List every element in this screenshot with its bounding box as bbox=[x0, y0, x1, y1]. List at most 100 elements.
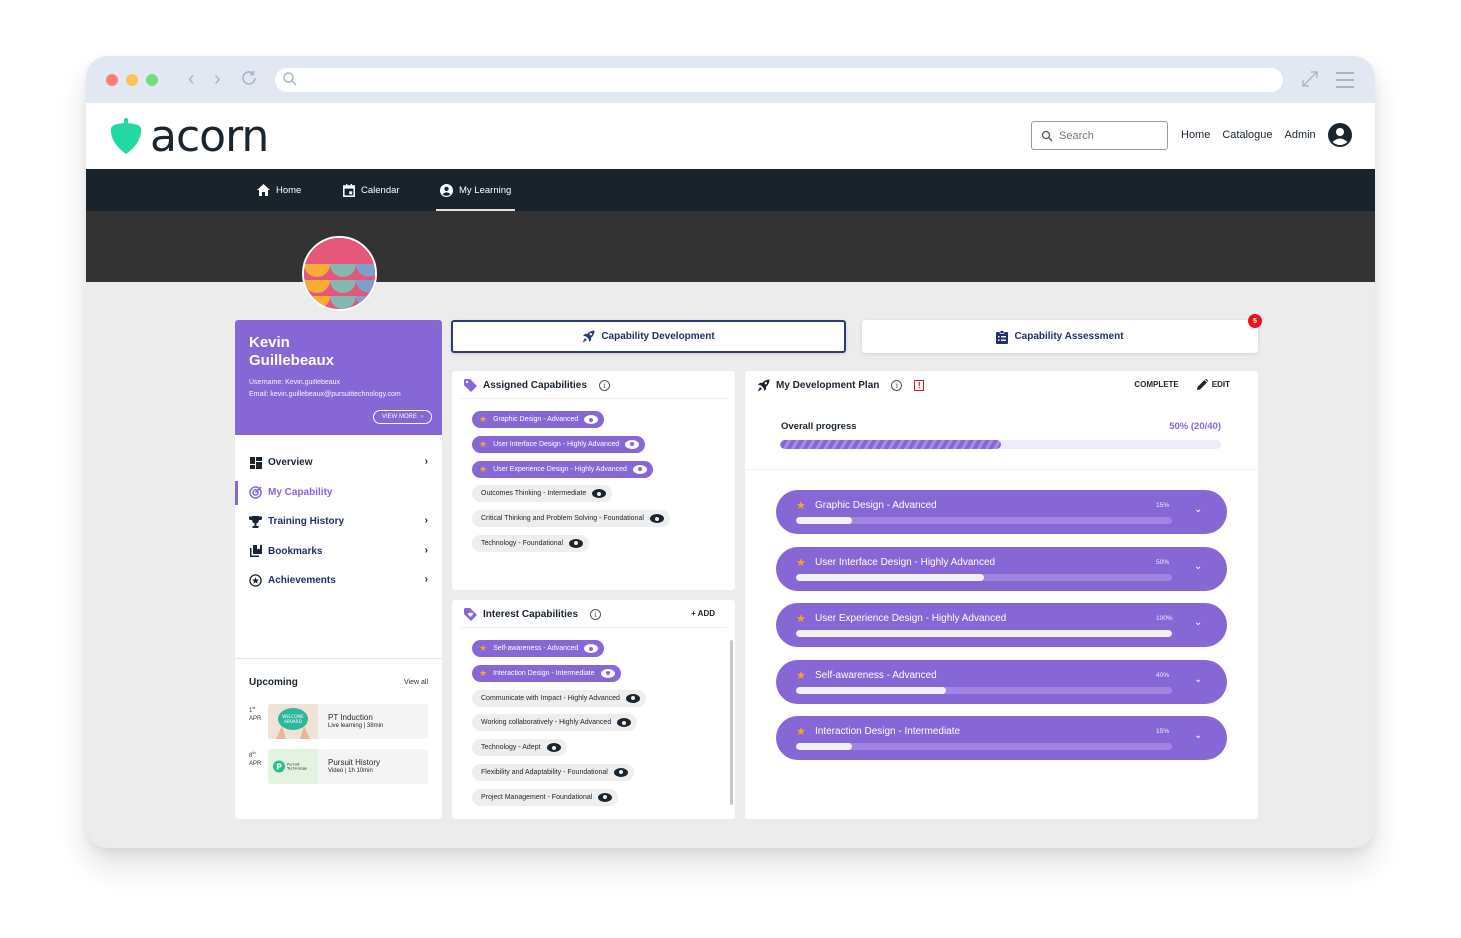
goal-title: User Experience Design - Highly Advanced bbox=[815, 613, 1007, 624]
capability-chip[interactable]: Critical Thinking and Problem Solving - … bbox=[472, 510, 670, 528]
profile-email: Email: kevin.guillebeaux@pursuittechnolo… bbox=[249, 391, 401, 398]
upcoming-date: 1st APR bbox=[249, 704, 261, 723]
header-link-admin[interactable]: Admin bbox=[1285, 129, 1316, 141]
upcoming-date: 8th APR bbox=[249, 749, 261, 768]
menu-item-training-history[interactable]: Training History › bbox=[235, 507, 442, 537]
acorn-logo[interactable]: acorn bbox=[110, 115, 269, 159]
goal-progress-bar bbox=[796, 630, 1172, 637]
rocket-icon bbox=[582, 330, 595, 343]
goal-progress-fill bbox=[796, 630, 1172, 637]
search-input[interactable] bbox=[1059, 129, 1159, 142]
capability-chip[interactable]: Technology - Adept bbox=[472, 739, 567, 757]
tab-capability-development[interactable]: Capability Development bbox=[451, 320, 846, 353]
capability-chip[interactable]: Flexibility and Adaptability - Foundatio… bbox=[472, 763, 634, 781]
eye-icon[interactable] bbox=[598, 792, 613, 802]
pursuit-technology-thumbnail: P Pursuit Technology bbox=[268, 749, 318, 784]
svg-text:P: P bbox=[276, 763, 282, 772]
divider bbox=[460, 398, 727, 399]
nav-home[interactable]: Home bbox=[257, 169, 301, 211]
development-goal[interactable]: ★ User Experience Design - Highly Advance… bbox=[776, 603, 1227, 647]
capability-chip[interactable]: Outcomes Thinking - Intermediate bbox=[472, 485, 613, 503]
maximize-window-button[interactable] bbox=[146, 74, 158, 86]
nav-home-label: Home bbox=[276, 184, 302, 196]
capability-chip[interactable]: Working collaboratively - Highly Advance… bbox=[472, 714, 638, 732]
nav-calendar[interactable]: Calendar bbox=[343, 169, 400, 211]
header-search-box[interactable] bbox=[1031, 121, 1168, 150]
main-nav: Home Calendar My Learning bbox=[86, 169, 1375, 211]
goal-title: User Interface Design - Highly Advanced bbox=[815, 556, 996, 568]
add-interest-button[interactable]: + ADD bbox=[691, 609, 715, 618]
capability-chip[interactable]: Communicate with Impact - Highly Advance… bbox=[472, 689, 646, 707]
back-arrow-icon[interactable]: ‹ bbox=[188, 68, 195, 90]
target-icon bbox=[249, 486, 262, 499]
menu-item-my-capability[interactable]: My Capability bbox=[235, 478, 442, 508]
info-icon[interactable]: i bbox=[598, 380, 610, 391]
edit-button[interactable]: EDIT bbox=[1196, 379, 1230, 390]
eye-icon[interactable] bbox=[617, 718, 632, 728]
capability-chip[interactable]: Technology - Foundational bbox=[472, 534, 590, 552]
minimize-window-button[interactable] bbox=[126, 74, 138, 86]
chevron-down-icon[interactable]: ⌄ bbox=[1194, 730, 1202, 741]
capability-chip[interactable]: ★ Self-awareness - Advanced bbox=[472, 640, 605, 657]
scrollbar[interactable] bbox=[730, 640, 733, 805]
warning-icon[interactable]: ! bbox=[914, 380, 925, 391]
eye-icon[interactable] bbox=[592, 489, 607, 499]
eye-icon[interactable] bbox=[649, 514, 664, 524]
eye-icon[interactable] bbox=[584, 644, 599, 653]
development-goal[interactable]: ★ User Interface Design - Highly Advanced… bbox=[776, 546, 1227, 591]
menu-item-overview[interactable]: Overview › bbox=[235, 448, 442, 478]
eye-icon[interactable] bbox=[625, 693, 640, 703]
eye-icon[interactable] bbox=[584, 415, 599, 424]
capability-chip[interactable]: ★ Graphic Design - Advanced bbox=[472, 411, 605, 428]
upcoming-meta: Video | 1h 10min bbox=[328, 768, 373, 774]
goal-percent: 15% bbox=[1156, 502, 1170, 509]
development-goal[interactable]: ★ Interaction Design - Intermediate 15% ⌄ bbox=[776, 716, 1227, 760]
menu-item-achievements[interactable]: Achievements › bbox=[235, 566, 442, 596]
menu-item-bookmarks[interactable]: Bookmarks › bbox=[235, 537, 442, 567]
view-more-button[interactable]: VIEW MORE › bbox=[372, 410, 432, 424]
user-account-icon[interactable] bbox=[1328, 123, 1352, 147]
eye-icon[interactable] bbox=[625, 439, 640, 449]
upcoming-card-pt-induction[interactable]: WELCOME ABOARD PT Induction Live learnin… bbox=[268, 704, 428, 739]
close-window-button[interactable] bbox=[106, 74, 118, 86]
capability-chip[interactable]: ★ User Experience Design - Highly Advance… bbox=[472, 460, 653, 478]
chevron-down-icon[interactable]: ⌄ bbox=[1194, 674, 1202, 685]
chip-label: Communicate with Impact - Highly Advance… bbox=[481, 694, 620, 702]
capability-chip[interactable]: ★ Interaction Design - Intermediate bbox=[472, 664, 621, 682]
upcoming-meta: Live learning | 38min bbox=[328, 723, 384, 729]
eye-icon[interactable] bbox=[546, 743, 561, 753]
capability-chip[interactable]: Project Management - Foundational bbox=[472, 788, 619, 806]
date-suffix: th bbox=[252, 750, 256, 755]
upcoming-title-text: Pursuit History bbox=[328, 758, 381, 767]
eye-icon[interactable] bbox=[632, 464, 647, 474]
eye-icon[interactable] bbox=[613, 767, 628, 777]
date-suffix: st bbox=[252, 705, 256, 710]
star-icon: ★ bbox=[796, 613, 806, 625]
profile-banner bbox=[86, 211, 1375, 282]
upcoming-card-pursuit-history[interactable]: P Pursuit Technology Pursuit History Vid… bbox=[268, 749, 428, 784]
eye-icon[interactable] bbox=[600, 668, 615, 678]
chevron-right-icon: › bbox=[424, 544, 428, 556]
complete-button[interactable]: COMPLETE bbox=[1134, 379, 1178, 390]
header-link-home[interactable]: Home bbox=[1181, 129, 1210, 141]
header-link-catalogue[interactable]: Catalogue bbox=[1222, 129, 1272, 141]
panel-header: Assigned Capabilities i bbox=[464, 379, 610, 392]
reload-icon[interactable] bbox=[240, 69, 258, 92]
divider bbox=[745, 469, 1258, 470]
chevron-down-icon[interactable]: ⌄ bbox=[1194, 561, 1202, 572]
capability-chip[interactable]: ★ User Interface Design - Highly Advanced bbox=[472, 435, 646, 453]
eye-icon[interactable] bbox=[569, 538, 584, 548]
nav-my-learning[interactable]: My Learning bbox=[436, 169, 516, 211]
chevron-down-icon[interactable]: ⌄ bbox=[1194, 617, 1202, 628]
expand-icon[interactable] bbox=[1301, 70, 1319, 93]
forward-arrow-icon[interactable]: › bbox=[214, 68, 221, 90]
tab-capability-assessment[interactable]: Capability Assessment 5 bbox=[862, 314, 1262, 353]
chevron-down-icon[interactable]: ⌄ bbox=[1194, 504, 1202, 515]
development-goal[interactable]: ★ Graphic Design - Advanced 15% ⌄ bbox=[776, 490, 1227, 534]
development-goal[interactable]: ★ Self-awareness - Advanced 40% ⌄ bbox=[776, 659, 1227, 704]
info-icon[interactable]: i bbox=[590, 609, 602, 620]
hamburger-menu-icon[interactable] bbox=[1336, 72, 1354, 93]
view-all-link[interactable]: View all bbox=[404, 679, 428, 686]
url-bar[interactable] bbox=[275, 68, 1283, 92]
info-icon[interactable]: i bbox=[891, 380, 903, 391]
